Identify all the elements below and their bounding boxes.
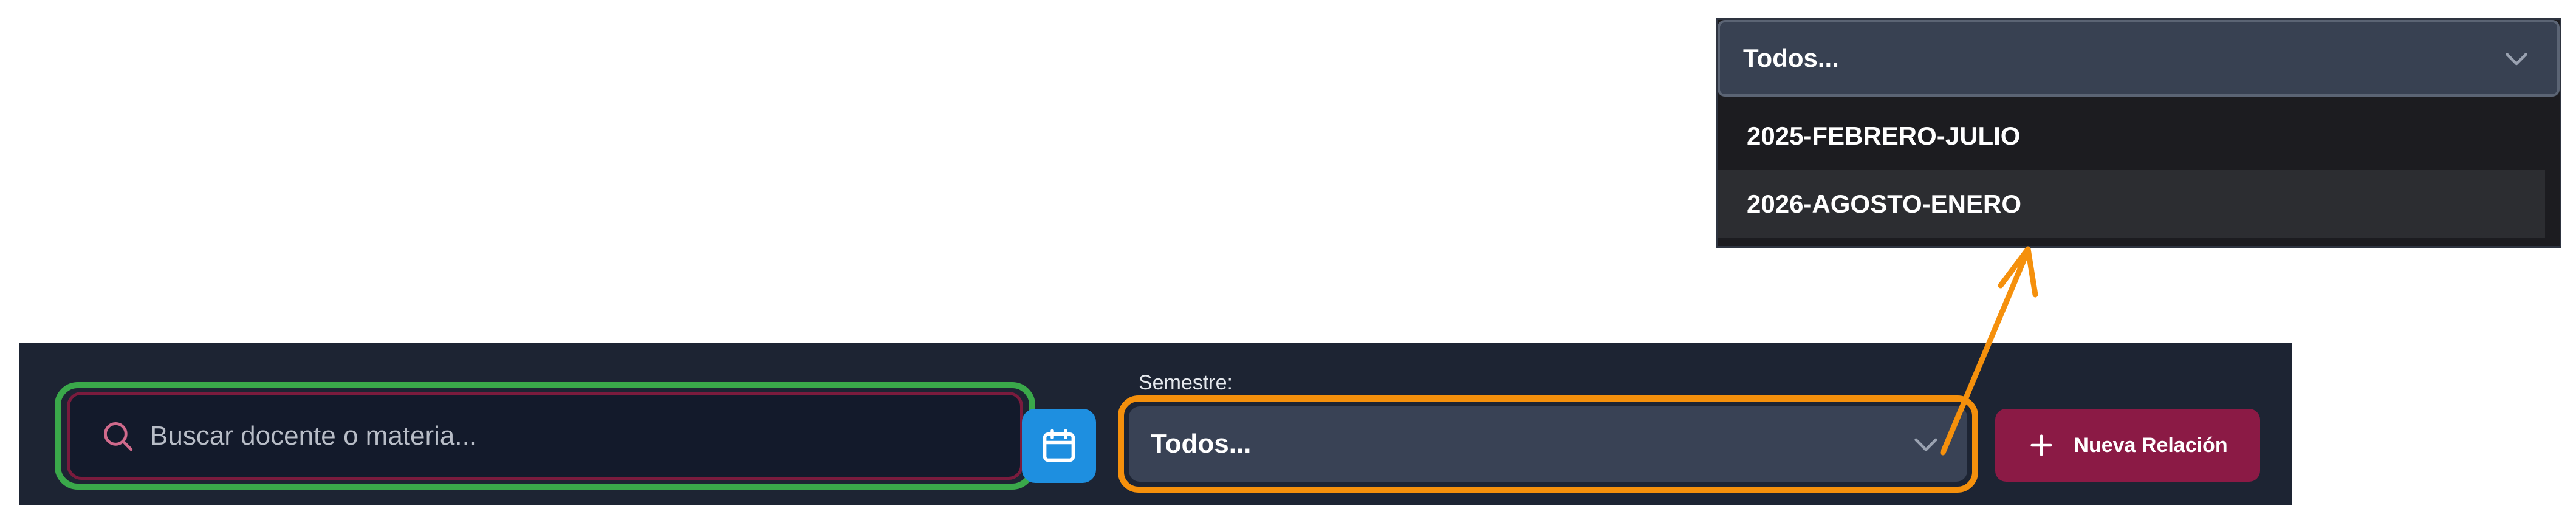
- calendar-button[interactable]: [1022, 409, 1096, 483]
- screenshot-canvas: Todos... 2025-FEBRERO-JULIO 2026-AGOSTO-…: [0, 0, 2576, 523]
- chevron-down-icon: [1909, 427, 1943, 461]
- semester-options-list: 2025-FEBRERO-JULIO 2026-AGOSTO-ENERO: [1718, 102, 2560, 238]
- semester-option-hovered[interactable]: 2026-AGOSTO-ENERO: [1718, 170, 2545, 238]
- semester-select-zoom[interactable]: Todos...: [1718, 20, 2560, 97]
- search-icon: [100, 419, 135, 454]
- semester-dropdown-zoom: Todos... 2025-FEBRERO-JULIO 2026-AGOSTO-…: [1716, 18, 2561, 248]
- filter-toolbar: Semestre: Todos... Nueva Relación: [19, 343, 2292, 505]
- new-relation-button[interactable]: Nueva Relación: [1995, 409, 2260, 482]
- semester-option-label: 2025-FEBRERO-JULIO: [1747, 121, 2021, 150]
- semester-select[interactable]: Todos...: [1129, 406, 1967, 482]
- search-input[interactable]: [149, 420, 941, 452]
- semester-select-value: Todos...: [1743, 44, 1839, 72]
- search-field[interactable]: [67, 392, 1023, 480]
- chevron-down-icon: [2500, 42, 2533, 75]
- new-relation-label: Nueva Relación: [2074, 433, 2228, 457]
- semester-select-value: Todos...: [1151, 429, 1252, 459]
- semester-option[interactable]: 2025-FEBRERO-JULIO: [1718, 102, 2560, 170]
- calendar-icon: [1039, 426, 1079, 466]
- plus-icon: [2027, 431, 2074, 459]
- semester-label: Semestre:: [1139, 371, 1233, 394]
- semester-option-label: 2026-AGOSTO-ENERO: [1747, 190, 2022, 218]
